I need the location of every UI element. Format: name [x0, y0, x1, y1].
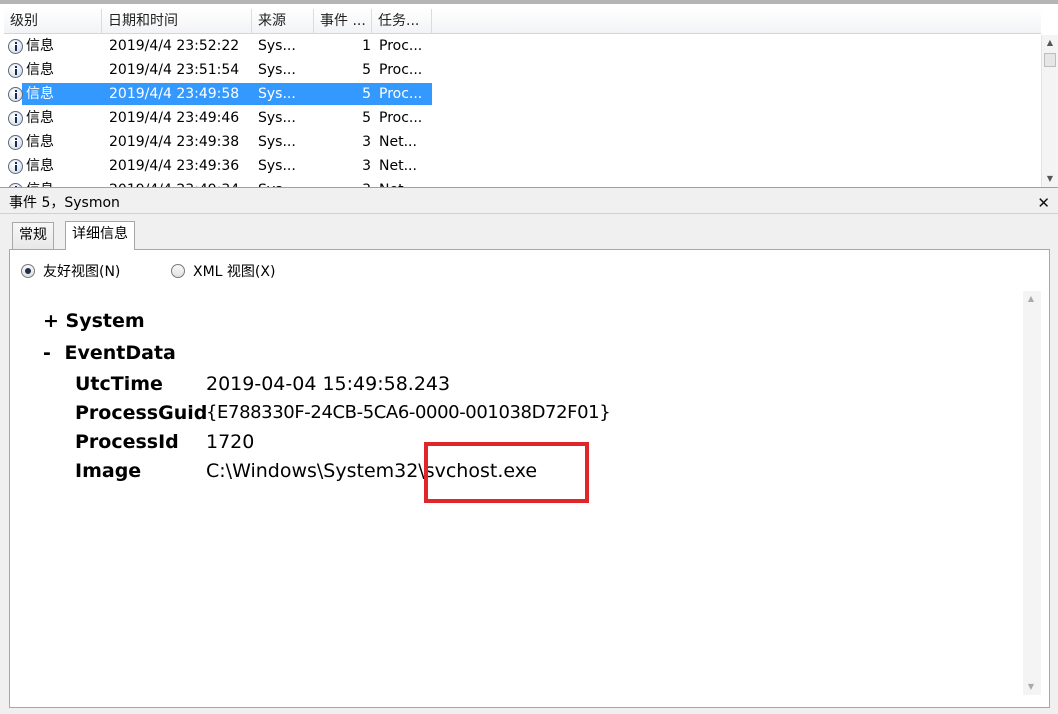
xml-view-radio[interactable]: XML 视图(X) — [171, 262, 275, 280]
cell-level: 信息 — [26, 38, 54, 54]
cell-event-id: 3 — [362, 134, 371, 150]
cell-level: 信息 — [26, 62, 54, 78]
field-value-utctime: 2019-04-04 15:49:58.243 — [206, 373, 451, 395]
column-header-event-id[interactable]: 事件 ... — [314, 9, 372, 34]
field-key-processid: ProcessId — [75, 431, 179, 453]
cell-level: 信息 — [26, 86, 54, 102]
radio-checked-icon — [21, 264, 35, 278]
cell-datetime: 2019/4/4 23:49:58 — [109, 86, 240, 102]
table-row[interactable]: 信息 2019/4/4 23:49:38 Sys... 3 Net... — [4, 131, 1041, 155]
field-value-processguid: {E788330F-24CB-5CA6-0000-001038D72F01} — [206, 402, 611, 423]
cell-source: Sys... — [258, 158, 296, 174]
event-detail-header: 事件 5，Sysmon ✕ — [0, 192, 1058, 214]
cell-event-id: 5 — [362, 110, 371, 126]
cell-level: 信息 — [26, 179, 106, 187]
field-value-processid: 1720 — [206, 431, 255, 453]
cell-datetime: 2019/4/4 23:49:36 — [109, 158, 240, 174]
cell-source: Sys... — [258, 38, 296, 54]
cell-event-id: 1 — [362, 38, 371, 54]
column-header-datetime[interactable]: 日期和时间 — [102, 9, 252, 34]
info-icon — [8, 87, 23, 102]
cell-source: Sys... — [258, 110, 296, 126]
table-row[interactable]: 信息2019/4/4 23:49:34 Sys...3 Net... — [4, 179, 1041, 187]
tab-details[interactable]: 详细信息 — [65, 221, 135, 250]
system-node[interactable]: + System — [43, 310, 145, 332]
field-key-utctime: UtcTime — [75, 373, 163, 395]
cell-datetime: 2019/4/4 23:49:46 — [109, 110, 240, 126]
cell-event-id: 3 — [362, 158, 371, 174]
event-detail-title: 事件 5，Sysmon — [9, 195, 120, 211]
cell-task: Proc... — [379, 38, 423, 54]
friendly-view-label: 友好视图(N) — [43, 264, 121, 280]
event-list-rows: 信息 2019/4/4 23:52:22 Sys... 1 Proc... 信息 2019/… — [4, 35, 1041, 187]
event-data-node[interactable]: - EventData — [43, 342, 176, 364]
info-icon — [8, 159, 23, 174]
viewer-scrollbar[interactable]: ▲ ▼ — [1023, 291, 1041, 695]
cell-task: Proc... — [379, 110, 423, 126]
table-row[interactable]: 信息 2019/4/4 23:49:58 Sys... 5 Proc... — [4, 83, 1041, 107]
info-icon — [8, 63, 23, 78]
cell-event-id: 5 — [362, 62, 371, 78]
cell-datetime: 2019/4/4 23:52:22 — [109, 38, 240, 54]
cell-task: Net... — [379, 158, 417, 174]
cell-datetime: 2019/4/4 23:49:38 — [109, 134, 240, 150]
info-icon — [8, 111, 23, 126]
info-icon — [8, 135, 23, 150]
table-row[interactable]: 信息 2019/4/4 23:49:46 Sys... 5 Proc... — [4, 107, 1041, 131]
details-tab-panel: 友好视图(N) XML 视图(X) + System - EventData U… — [9, 249, 1050, 708]
field-key-image: Image — [75, 460, 142, 482]
cell-event-id: 3 — [314, 179, 371, 187]
cell-task: Net... — [379, 179, 435, 187]
scroll-down-arrow-icon[interactable]: ▼ — [1023, 679, 1039, 695]
field-key-processguid: ProcessGuid — [75, 402, 208, 424]
scroll-down-arrow-icon[interactable]: ▼ — [1042, 171, 1058, 187]
cell-level: 信息 — [26, 158, 54, 174]
table-row[interactable]: 信息 2019/4/4 23:49:36 Sys... 3 Net... — [4, 155, 1041, 179]
friendly-view-radio[interactable]: 友好视图(N) — [21, 262, 120, 280]
radio-unchecked-icon — [171, 264, 185, 278]
cell-task: Proc... — [379, 62, 423, 78]
event-list-scrollbar[interactable]: ▲ ▼ — [1041, 35, 1058, 187]
column-header-task[interactable]: 任务... — [372, 9, 432, 34]
scroll-up-arrow-icon[interactable]: ▲ — [1023, 291, 1039, 307]
info-icon — [8, 183, 23, 187]
cell-level: 信息 — [26, 110, 54, 126]
collapse-toggle[interactable]: - — [43, 342, 51, 364]
cell-task: Proc... — [379, 86, 423, 102]
cell-task: Net... — [379, 134, 417, 150]
scroll-thumb[interactable] — [1044, 53, 1056, 67]
xml-view-label: XML 视图(X) — [193, 264, 276, 280]
table-row[interactable]: 信息 2019/4/4 23:51:54 Sys... 5 Proc... — [4, 59, 1041, 83]
system-node-label: System — [65, 310, 145, 332]
cell-level: 信息 — [26, 134, 54, 150]
info-icon — [8, 39, 23, 54]
close-icon[interactable]: ✕ — [1037, 192, 1050, 214]
event-list-pane: 级别 日期和时间 来源 事件 ... 任务... 信息 2019/4/4 23:5… — [0, 0, 1058, 188]
cell-event-id: 5 — [362, 86, 371, 102]
column-header-source[interactable]: 来源 — [252, 9, 314, 34]
table-row[interactable]: 信息 2019/4/4 23:52:22 Sys... 1 Proc... — [4, 35, 1041, 59]
tab-general[interactable]: 常规 — [12, 222, 54, 249]
field-value-image: C:\Windows\System32\svchost.exe — [206, 460, 538, 482]
cell-source: Sys... — [258, 62, 296, 78]
cell-source: Sys... — [258, 134, 296, 150]
event-data-viewer[interactable]: + System - EventData UtcTime 2019-04-04 … — [29, 291, 1041, 695]
cell-source: Sys... — [258, 179, 318, 187]
expand-toggle[interactable]: + — [43, 310, 59, 332]
cell-datetime: 2019/4/4 23:49:34 — [109, 179, 249, 187]
event-list-header: 级别 日期和时间 来源 事件 ... 任务... — [4, 9, 1041, 34]
cell-source: Sys... — [258, 86, 296, 102]
tab-details-label: 详细信息 — [72, 226, 128, 242]
scroll-up-arrow-icon[interactable]: ▲ — [1042, 35, 1058, 51]
cell-datetime: 2019/4/4 23:51:54 — [109, 62, 240, 78]
tab-general-label: 常规 — [19, 227, 47, 243]
event-data-node-label: EventData — [64, 342, 176, 364]
column-header-level[interactable]: 级别 — [4, 9, 102, 34]
